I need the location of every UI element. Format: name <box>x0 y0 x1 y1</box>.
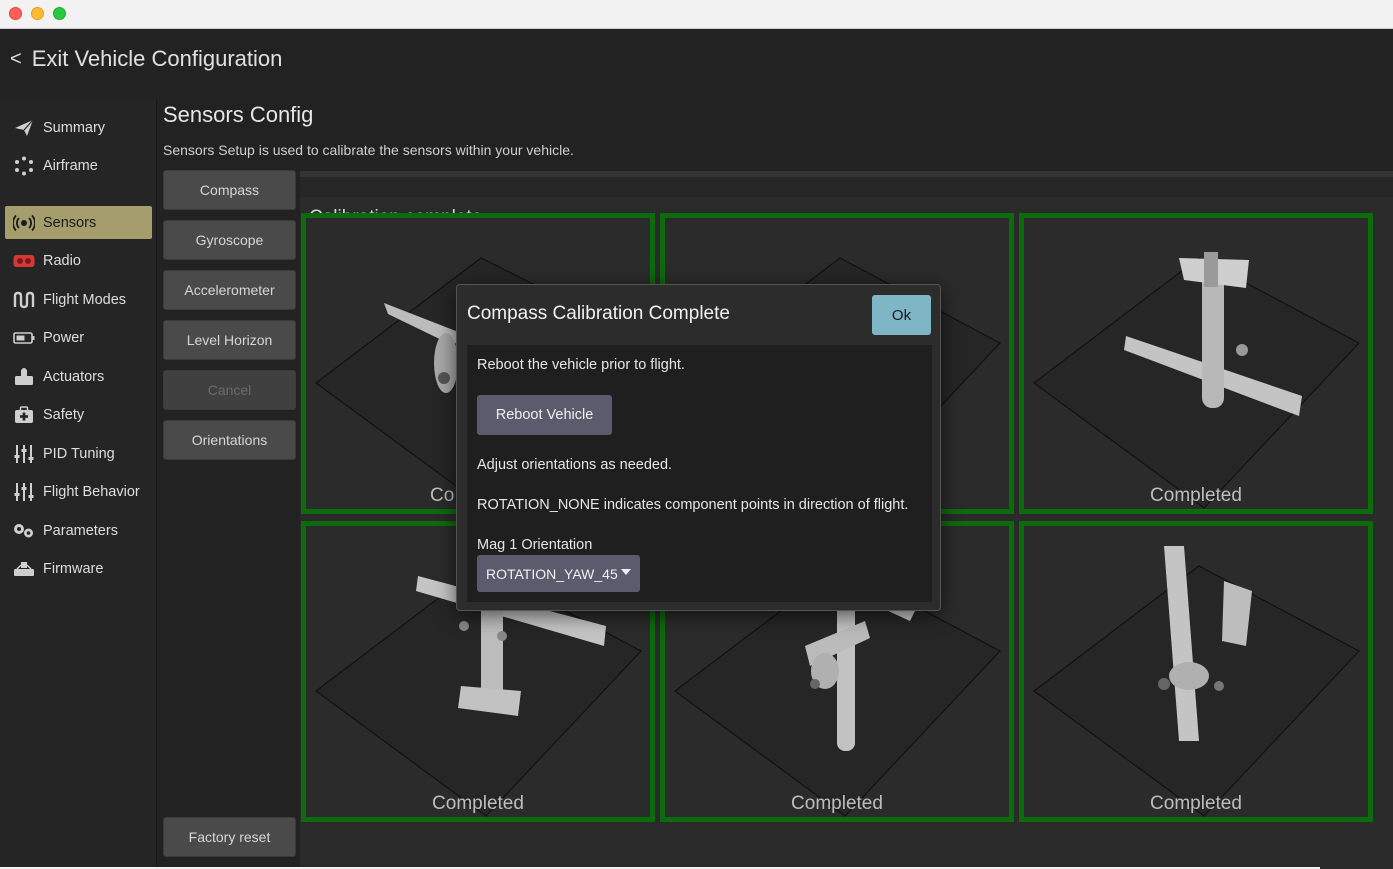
exit-label: Exit Vehicle Configuration <box>31 46 283 71</box>
zoom-window-button[interactable] <box>53 7 66 20</box>
dialog-title: Compass Calibration Complete <box>467 303 730 324</box>
sidebar-item-radio[interactable]: Radio <box>5 244 152 278</box>
sidebar-item-firmware[interactable]: Firmware <box>5 552 152 586</box>
sidebar-item-label: Radio <box>43 253 81 269</box>
gyroscope-button[interactable]: Gyroscope <box>163 220 296 260</box>
sidebar-item-label: Sensors <box>43 214 97 231</box>
exit-vehicle-configuration-button[interactable]: < Exit Vehicle Configuration <box>10 46 282 72</box>
paper-plane-icon <box>13 118 35 138</box>
sidebar-item-power[interactable]: Power <box>5 321 152 355</box>
pid-tuning-icon <box>13 444 35 464</box>
actuators-icon <box>13 367 35 387</box>
sidebar-item-actuators[interactable]: Actuators <box>5 360 152 394</box>
mag-orientation-label: Mag 1 Orientation <box>477 537 593 553</box>
minimize-window-button[interactable] <box>31 7 44 20</box>
tile-status: Completed <box>432 793 524 814</box>
dialog-body: Reboot the vehicle prior to flight. Rebo… <box>467 345 932 602</box>
safety-icon <box>13 405 35 425</box>
sidebar-item-label: Parameters <box>43 523 118 539</box>
airplane-tail-down-icon <box>1032 546 1360 817</box>
ok-button[interactable]: Ok <box>872 295 931 335</box>
radio-icon <box>13 251 35 271</box>
flight-behavior-icon <box>13 482 35 502</box>
orientations-button[interactable]: Orientations <box>163 420 296 460</box>
sidebar-item-pid-tuning[interactable]: PID Tuning <box>5 437 152 471</box>
level-horizon-button[interactable]: Level Horizon <box>163 320 296 360</box>
power-icon <box>13 328 35 348</box>
accelerometer-button[interactable]: Accelerometer <box>163 270 296 310</box>
orientation-tile-tail-down: Completed <box>1019 521 1373 822</box>
calibration-progress-bar <box>300 171 1393 197</box>
sidebar-item-label: Power <box>43 330 85 346</box>
sidebar-item-label: Firmware <box>43 561 104 577</box>
sidebar-item-label: Flight Behavior <box>43 484 140 500</box>
reboot-vehicle-button[interactable]: Reboot Vehicle <box>477 395 612 435</box>
sidebar-item-safety[interactable]: Safety <box>5 398 152 432</box>
sidebar-item-parameters[interactable]: Parameters <box>5 514 152 548</box>
sidebar-item-label: Actuators <box>43 369 105 385</box>
mag-orientation-value: ROTATION_YAW_45 <box>486 565 618 582</box>
sidebar: Summary Airframe Sensors Radio Flight Mo… <box>0 99 157 869</box>
sidebar-item-label: Summary <box>43 120 106 136</box>
airframe-icon <box>13 156 35 176</box>
compass-calibration-dialog: Compass Calibration Complete Ok Reboot t… <box>456 284 941 611</box>
sidebar-item-airframe[interactable]: Airframe <box>5 149 152 183</box>
sidebar-item-summary[interactable]: Summary <box>5 111 152 145</box>
sensors-icon <box>13 213 35 233</box>
rotation-none-text: ROTATION_NONE indicates component points… <box>477 497 909 513</box>
airplane-upside-down-icon <box>1032 252 1360 509</box>
tile-status: Completed <box>1150 485 1242 506</box>
page-title: Sensors Config <box>163 102 314 127</box>
firmware-icon <box>13 559 35 579</box>
page-description: Sensors Setup is used to calibrate the s… <box>163 142 574 158</box>
adjust-orientations-text: Adjust orientations as needed. <box>477 457 673 473</box>
sidebar-item-label: PID Tuning <box>43 446 115 462</box>
back-chevron-icon: < <box>10 47 22 70</box>
sidebar-item-flight-modes[interactable]: Flight Modes <box>5 283 152 317</box>
tile-status: Completed <box>1150 793 1242 814</box>
chevron-down-icon <box>621 569 631 575</box>
sidebar-item-label: Flight Modes <box>43 292 127 308</box>
factory-reset-button[interactable]: Factory reset <box>163 817 296 857</box>
parameters-icon <box>13 521 35 541</box>
sidebar-item-flight-behavior[interactable]: Flight Behavior <box>5 475 152 509</box>
sidebar-item-label: Airframe <box>43 158 98 174</box>
orientation-tile-upside-down: Completed <box>1019 213 1373 514</box>
close-window-button[interactable] <box>9 7 22 20</box>
sidebar-item-sensors[interactable]: Sensors <box>5 206 152 239</box>
reboot-prompt: Reboot the vehicle prior to flight. <box>477 357 685 373</box>
sidebar-item-label: Safety <box>43 407 85 423</box>
compass-button[interactable]: Compass <box>163 170 296 210</box>
flight-modes-icon <box>13 290 35 310</box>
window-titlebar <box>0 0 1393 29</box>
mag-orientation-select[interactable]: ROTATION_YAW_45 <box>477 555 640 592</box>
tile-status: Completed <box>791 793 883 814</box>
cancel-button[interactable]: Cancel <box>163 370 296 410</box>
